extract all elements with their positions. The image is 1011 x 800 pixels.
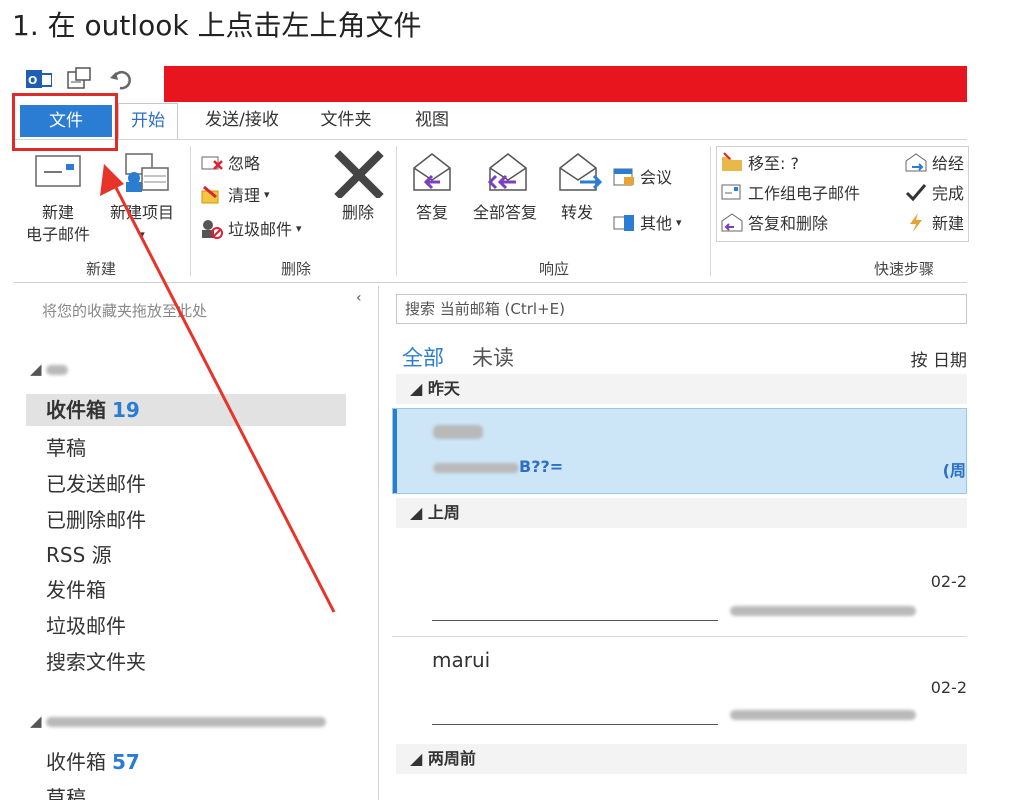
annotation-arrow-icon: [100, 164, 336, 613]
